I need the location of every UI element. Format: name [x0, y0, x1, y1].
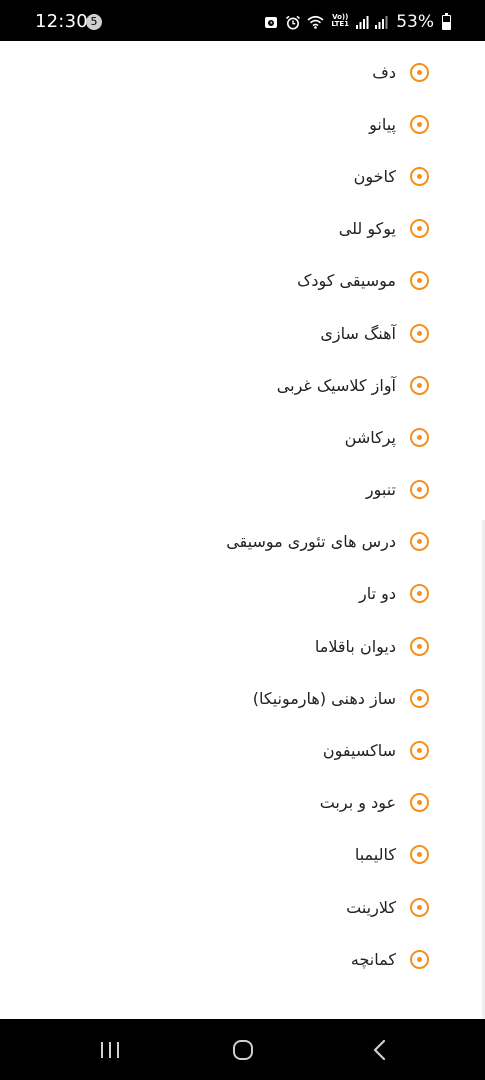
- list-item[interactable]: پیانو: [0, 98, 485, 150]
- list-item[interactable]: کالیمبا: [0, 829, 485, 881]
- wifi-icon: [307, 15, 324, 29]
- battery-fill: [443, 21, 450, 29]
- volte-bottom-label: LTE1: [331, 20, 350, 28]
- status-bar: 12:30 5 Vo)) LTE1 53%: [0, 0, 485, 41]
- list-item-label: عود و بربت: [319, 793, 396, 813]
- list-item-label: پیانو: [369, 114, 396, 134]
- list-item-label: کمانچه: [350, 949, 396, 969]
- list-item-label: ساکسیفون: [322, 741, 396, 761]
- recent-apps-icon[interactable]: [97, 1037, 123, 1063]
- list-item-label: آهنگ سازی: [320, 323, 396, 343]
- list-item-label: کلارینت: [346, 897, 396, 917]
- radio-icon[interactable]: [410, 897, 429, 917]
- list-item[interactable]: ساکسیفون: [0, 724, 485, 776]
- list-item[interactable]: ساز دهنی (هارمونیکا): [0, 672, 485, 724]
- instrument-option-list: دف پیانو کاخون یوکو للی موسیقی کودک آهنگ سازی…: [0, 46, 485, 985]
- status-icons: Vo)) LTE1 53%: [264, 12, 451, 32]
- list-item-label: دیوان باقلاما: [314, 636, 396, 656]
- home-icon[interactable]: [230, 1037, 256, 1063]
- signal-1-icon: [356, 15, 369, 29]
- radio-icon[interactable]: [410, 532, 429, 552]
- list-item-label: تنبور: [365, 480, 396, 500]
- list-item[interactable]: موسیقی کودک: [0, 255, 485, 307]
- radio-icon[interactable]: [410, 323, 429, 343]
- radio-icon[interactable]: [410, 166, 429, 186]
- list-item-label: ساز دهنی (هارمونیکا): [252, 688, 396, 708]
- radio-icon[interactable]: [410, 741, 429, 761]
- radio-icon[interactable]: [410, 949, 429, 969]
- radio-icon[interactable]: [410, 375, 429, 395]
- battery-percentage: 53%: [396, 12, 434, 32]
- list-item[interactable]: کاخون: [0, 150, 485, 202]
- clock-alarm-icon: [286, 15, 301, 29]
- list-item-label: کالیمبا: [354, 845, 396, 865]
- list-item[interactable]: پرکاشن: [0, 411, 485, 463]
- list-item-label: پرکاشن: [344, 427, 396, 447]
- radio-icon[interactable]: [410, 114, 429, 134]
- list-item[interactable]: آهنگ سازی: [0, 307, 485, 359]
- list-item-label: درس های تئوری موسیقی: [226, 532, 396, 552]
- list-item[interactable]: عود و بربت: [0, 777, 485, 829]
- list-item[interactable]: تنبور: [0, 464, 485, 516]
- radio-icon[interactable]: [410, 62, 429, 82]
- list-item[interactable]: دو تار: [0, 568, 485, 620]
- navigation-bar: [0, 1019, 485, 1080]
- list-item-label: دف: [372, 62, 396, 82]
- list-item[interactable]: یوکو للی: [0, 203, 485, 255]
- signal-2-icon: [375, 15, 388, 29]
- list-item[interactable]: کمانچه: [0, 933, 485, 985]
- list-item-label: کاخون: [353, 166, 396, 186]
- list-item[interactable]: درس های تئوری موسیقی: [0, 516, 485, 568]
- notification-count-badge: 5: [86, 14, 102, 30]
- radio-icon[interactable]: [410, 271, 429, 291]
- list-item-label: دو تار: [359, 584, 396, 604]
- radio-icon[interactable]: [410, 688, 429, 708]
- radio-icon[interactable]: [410, 219, 429, 239]
- radio-icon[interactable]: [410, 480, 429, 500]
- list-item-label: آواز کلاسیک غربی: [276, 375, 396, 395]
- list-item[interactable]: دیوان باقلاما: [0, 620, 485, 672]
- list-item-label: یوکو للی: [338, 219, 396, 239]
- list-item[interactable]: آواز کلاسیک غربی: [0, 359, 485, 411]
- back-icon[interactable]: [368, 1037, 394, 1063]
- list-item[interactable]: کلارینت: [0, 881, 485, 933]
- screen: 12:30 5 Vo)) LTE1 53% دف پیانو کاخون یوک…: [0, 0, 485, 1080]
- list-item[interactable]: دف: [0, 46, 485, 98]
- list-item-label: موسیقی کودک: [297, 271, 396, 291]
- radio-icon[interactable]: [410, 636, 429, 656]
- radio-icon[interactable]: [410, 845, 429, 865]
- radio-icon[interactable]: [410, 793, 429, 813]
- battery-icon: [442, 12, 451, 30]
- alarm-icon: [265, 16, 278, 28]
- radio-icon[interactable]: [410, 584, 429, 604]
- radio-icon[interactable]: [410, 427, 429, 447]
- volte-indicator: Vo)) LTE1: [330, 14, 350, 30]
- status-time: 12:30: [35, 11, 88, 32]
